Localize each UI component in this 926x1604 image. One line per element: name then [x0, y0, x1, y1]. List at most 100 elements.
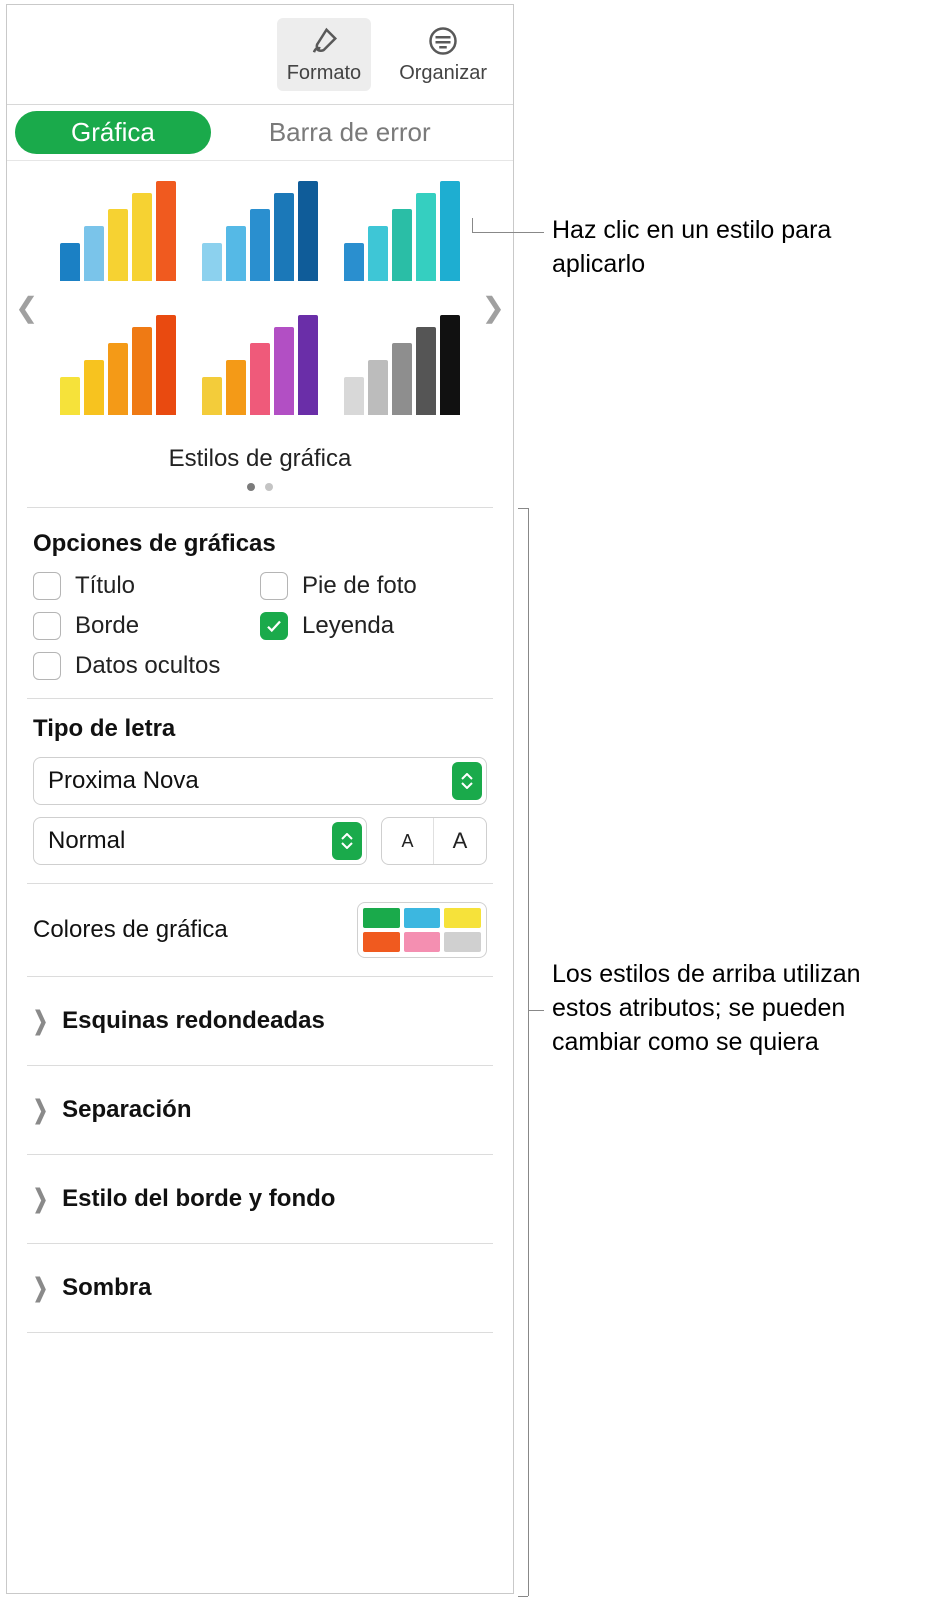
option-label: Leyenda	[302, 612, 394, 640]
format-tool-label: Formato	[287, 62, 361, 85]
arrange-icon	[426, 24, 460, 58]
font-family-select[interactable]: Proxima Nova	[33, 757, 487, 805]
option-legend: Leyenda	[260, 612, 487, 640]
thumb-bar	[156, 181, 176, 281]
callout-leader	[472, 232, 544, 233]
thumb-bar	[84, 360, 104, 415]
thumb-bar	[84, 226, 104, 281]
tab-chart[interactable]: Gráfica	[15, 111, 211, 154]
thumb-bar	[132, 193, 152, 281]
thumb-bar	[392, 343, 412, 415]
inspector-tabs: Gráfica Barra de error	[7, 105, 513, 161]
thumb-bar	[298, 315, 318, 415]
font-heading: Tipo de letra	[33, 715, 487, 743]
organize-tool-button[interactable]: Organizar	[389, 18, 497, 91]
palette-swatch	[404, 932, 441, 952]
callout-bracket	[528, 508, 529, 1596]
thumb-bar	[250, 209, 270, 281]
thumb-bar	[202, 243, 222, 281]
palette-swatch	[404, 908, 441, 928]
thumb-bar	[156, 315, 176, 415]
palette-swatch	[363, 908, 400, 928]
dropdown-stepper-icon	[452, 762, 482, 800]
thumb-bar	[132, 327, 152, 415]
option-caption: Pie de foto	[260, 572, 487, 600]
checkbox-title[interactable]	[33, 572, 61, 600]
format-tool-button[interactable]: Formato	[277, 18, 371, 91]
chart-style-thumb[interactable]	[195, 315, 325, 415]
option-hidden: Datos ocultos	[33, 652, 260, 680]
palette-swatch	[444, 908, 481, 928]
palette-swatch	[363, 932, 400, 952]
thumb-bar	[416, 327, 436, 415]
thumb-bar	[274, 327, 294, 415]
font-section: Tipo de letra Proxima Nova Normal A A	[7, 699, 513, 883]
thumb-bar	[440, 315, 460, 415]
checkbox-legend[interactable]	[260, 612, 288, 640]
font-weight-select[interactable]: Normal	[33, 817, 367, 865]
callout-connector	[528, 1010, 544, 1011]
chart-colors-row: Colores de gráfica	[7, 884, 513, 976]
chart-colors-label: Colores de gráfica	[33, 916, 228, 944]
chevron-right-icon: ❯	[33, 1184, 48, 1213]
disclosure-rounded-corners[interactable]: ❯ Esquinas redondeadas	[7, 977, 513, 1065]
callout-bracket-end	[518, 1596, 528, 1597]
checkbox-border[interactable]	[33, 612, 61, 640]
font-family-value: Proxima Nova	[48, 767, 199, 795]
chevron-right-icon: ❯	[33, 1095, 48, 1124]
callout-attributes: Los estilos de arriba utilizan estos atr…	[552, 958, 912, 1059]
page-dot-1[interactable]	[247, 483, 255, 491]
callout-styles: Haz clic en un estilo para aplicarlo	[552, 214, 892, 282]
dropdown-stepper-icon	[332, 822, 362, 860]
disclosure-border-bg[interactable]: ❯ Estilo del borde y fondo	[7, 1155, 513, 1243]
option-label: Pie de foto	[302, 572, 417, 600]
font-size-larger-button[interactable]: A	[434, 818, 486, 864]
thumb-bar	[60, 377, 80, 415]
thumb-bar	[344, 243, 364, 281]
chevron-right-icon: ❯	[33, 1006, 48, 1035]
divider	[27, 1332, 493, 1333]
tab-error-bar[interactable]: Barra de error	[269, 117, 431, 148]
font-weight-value: Normal	[48, 827, 125, 855]
thumb-bar	[298, 181, 318, 281]
checkbox-caption[interactable]	[260, 572, 288, 600]
option-label: Título	[75, 572, 135, 600]
page-dot-2[interactable]	[265, 483, 273, 491]
chevron-right-icon: ❯	[33, 1273, 48, 1302]
font-size-stepper: A A	[381, 817, 487, 865]
font-size-smaller-button[interactable]: A	[382, 818, 434, 864]
thumb-bar	[440, 181, 460, 281]
thumb-bar	[274, 193, 294, 281]
disclosure-label: Sombra	[62, 1274, 151, 1302]
chart-styles-gallery: ❮ ❯ Estilos de gráfica	[7, 161, 513, 507]
gallery-prev-arrow[interactable]: ❮	[15, 291, 38, 324]
thumb-bar	[368, 226, 388, 281]
thumb-bar	[344, 377, 364, 415]
thumb-bar	[108, 343, 128, 415]
gallery-title: Estilos de gráfica	[37, 445, 483, 473]
chart-style-thumb[interactable]	[53, 315, 183, 415]
disclosure-label: Separación	[62, 1096, 191, 1124]
disclosure-label: Esquinas redondeadas	[62, 1007, 325, 1035]
thumb-bar	[392, 209, 412, 281]
chart-style-thumb[interactable]	[337, 181, 467, 281]
option-border: Borde	[33, 612, 260, 640]
thumb-bar	[416, 193, 436, 281]
thumb-bar	[202, 377, 222, 415]
paintbrush-icon	[307, 24, 341, 58]
gallery-page-dots	[37, 483, 483, 491]
disclosure-separation[interactable]: ❯ Separación	[7, 1066, 513, 1154]
callout-bracket-end	[518, 508, 528, 509]
gallery-next-arrow[interactable]: ❯	[482, 291, 505, 324]
palette-swatch	[444, 932, 481, 952]
chart-style-thumb[interactable]	[195, 181, 325, 281]
disclosure-shadow[interactable]: ❯ Sombra	[7, 1244, 513, 1332]
top-toolbar: Formato Organizar	[7, 5, 513, 105]
option-title: Título	[33, 572, 260, 600]
checkbox-hidden[interactable]	[33, 652, 61, 680]
chart-style-thumb[interactable]	[337, 315, 467, 415]
chart-options-heading: Opciones de gráficas	[33, 530, 487, 558]
chart-colors-button[interactable]	[357, 902, 487, 958]
chart-style-thumb[interactable]	[53, 181, 183, 281]
chart-options-section: Opciones de gráficas Título Pie de foto Bo…	[7, 508, 513, 698]
